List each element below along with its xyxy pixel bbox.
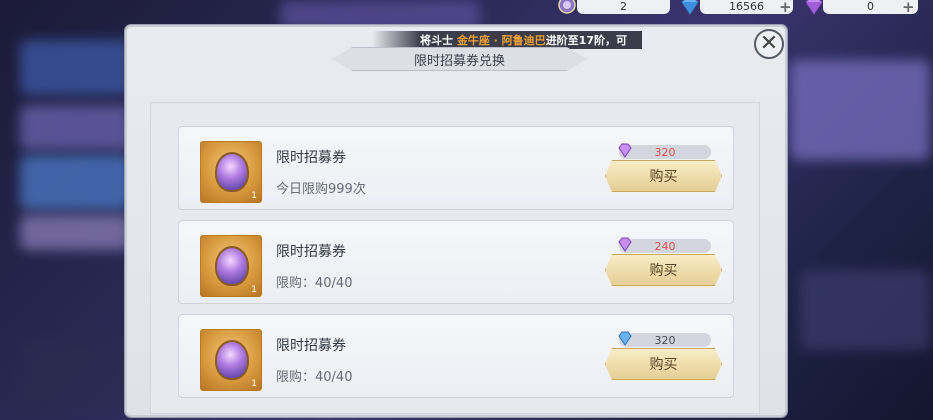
purple-gem-icon xyxy=(618,143,632,158)
crystal-count: 0 xyxy=(867,0,874,13)
ticket-count: 2 xyxy=(620,0,627,13)
dialog-title-plate: 限时招募券兑换 xyxy=(332,47,587,71)
item-limit: 限购：40/40 xyxy=(276,370,353,385)
item-name: 限时招募券 xyxy=(276,150,346,166)
price-tag: 320 xyxy=(618,331,711,347)
buy-button[interactable]: 购买 xyxy=(605,254,722,286)
add-crystal-button[interactable]: + xyxy=(902,0,915,16)
background-art xyxy=(20,215,130,250)
crystal-icon xyxy=(805,0,823,15)
item-quantity: 1 xyxy=(251,285,257,295)
background-art xyxy=(20,155,130,210)
notice-suffix: 进阶至17阶，可 xyxy=(545,34,627,47)
recruit-ticket-icon xyxy=(215,246,249,286)
purple-gem-icon xyxy=(618,237,632,252)
item-name: 限时招募券 xyxy=(276,338,346,354)
buy-label: 购买 xyxy=(649,263,678,279)
diamond-icon xyxy=(681,0,699,15)
item-limit: 限购：40/40 xyxy=(276,276,353,291)
item-quantity: 1 xyxy=(251,379,257,389)
price-tag: 320 xyxy=(618,143,711,159)
item-price: 240 xyxy=(654,239,676,253)
item-price: 320 xyxy=(654,145,676,159)
blue-diamond-icon xyxy=(618,331,632,346)
close-button[interactable]: ✕ xyxy=(754,29,784,59)
background-art xyxy=(790,60,930,160)
diamond-count: 16566 xyxy=(729,0,764,13)
list-item: 1 限时招募券 限购：40/40 240 购买 xyxy=(178,220,734,304)
ticket-counter: 2 xyxy=(577,0,670,14)
ticket-icon xyxy=(558,0,576,14)
close-icon: ✕ xyxy=(759,31,779,56)
item-limit: 今日限购999次 xyxy=(276,182,366,197)
background-art xyxy=(20,340,130,410)
price-tag: 240 xyxy=(618,237,711,253)
item-quantity: 1 xyxy=(251,191,257,201)
notice-prefix: 将斗士 xyxy=(420,34,453,47)
dialog-title: 限时招募券兑换 xyxy=(413,53,505,69)
recruit-ticket-image[interactable]: 1 xyxy=(200,141,262,203)
item-name: 限时招募券 xyxy=(276,244,346,260)
recruit-ticket-image[interactable]: 1 xyxy=(200,235,262,297)
item-list[interactable]: 1 限时招募券 今日限购999次 320 购买 1 限时招募券 限购：40/40 xyxy=(150,102,760,414)
background-art xyxy=(800,270,930,350)
notice-highlight: 金牛座 · 阿鲁迪巴 xyxy=(456,34,546,47)
recruit-ticket-image[interactable]: 1 xyxy=(200,329,262,391)
buy-button[interactable]: 购买 xyxy=(605,160,722,192)
item-price: 320 xyxy=(654,333,676,347)
background-art xyxy=(20,105,130,150)
recruit-ticket-icon xyxy=(215,152,249,192)
list-item: 1 限时招募券 限购：40/40 320 购买 xyxy=(178,314,734,398)
recruit-ticket-icon xyxy=(215,340,249,380)
background-art xyxy=(20,40,130,95)
buy-label: 购买 xyxy=(649,169,678,185)
list-item: 1 限时招募券 今日限购999次 320 购买 xyxy=(178,126,734,210)
buy-button[interactable]: 购买 xyxy=(605,348,722,380)
add-diamond-button[interactable]: + xyxy=(779,0,792,16)
buy-label: 购买 xyxy=(649,357,678,373)
exchange-dialog: 将斗士 金牛座 · 阿鲁迪巴 进阶至17阶，可 限时招募券兑换 ✕ 1 限时招募… xyxy=(125,25,787,417)
scrolling-notice: 将斗士 金牛座 · 阿鲁迪巴 进阶至17阶，可 xyxy=(372,31,642,49)
